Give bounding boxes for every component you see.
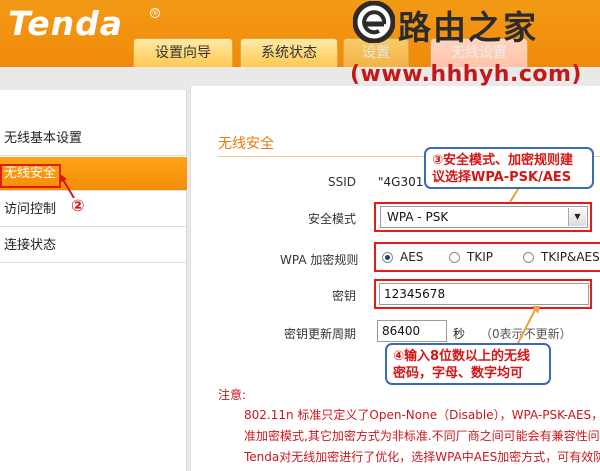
callout-step-3: ③安全模式、加密规则建 议选择WPA-PSK/AES: [424, 147, 594, 189]
sidebar-item-connection-status[interactable]: 连接状态: [0, 229, 187, 263]
note-line-1: 802.11n 标准只定义了Open-None（Disable），WPA-PSK…: [244, 408, 600, 422]
callout-step-3-line-2: 议选择WPA-PSK/AES: [432, 170, 572, 185]
tab-system-status[interactable]: 系统状态: [240, 38, 338, 67]
highlight-box-sidebar: [0, 164, 61, 188]
key-renew-input[interactable]: [377, 320, 447, 342]
key-label: 密钥: [331, 289, 356, 303]
sidebar-item-wireless-basic[interactable]: 无线基本设置: [0, 122, 187, 156]
callout-arrow-icon: [517, 306, 540, 344]
callout-step-4: ④输入8位数以上的无线 密码，字母、数字均可: [385, 343, 551, 385]
highlight-box-security-mode: [374, 202, 592, 232]
note-line-3: Tenda对无线加密进行了优化，选择WPA中AES加密方式，可有效防: [244, 450, 600, 464]
ssid-value: "4G301": [378, 175, 429, 189]
watermark-logo-icon: [353, 1, 395, 43]
key-renew-unit: 秒: [453, 327, 466, 341]
wpa-rule-label: WPA 加密规则: [280, 253, 359, 267]
registered-mark: ®: [150, 8, 160, 18]
watermark-url: (www.hhhyh.com): [350, 62, 582, 87]
key-renew-label: 密钥更新周期: [283, 327, 356, 341]
sidebar-item-access-control[interactable]: 访问控制: [0, 193, 187, 227]
tenda-logo: Tenda: [8, 4, 124, 43]
sidebar: 无线基本设置 无线安全 访问控制 连接状态: [0, 90, 187, 471]
watermark-title: 路由之家: [398, 8, 538, 47]
note-line-2: 准加密模式,其它加密方式为非标准.不同厂商之间可能会有兼容性问题: [244, 429, 600, 443]
ssid-label: SSID: [327, 175, 356, 189]
callout-step-4-line-2: 密码，字母、数字均可: [393, 366, 524, 381]
tab-setup-wizard[interactable]: 设置向导: [133, 38, 233, 67]
page-title: 无线安全: [218, 136, 274, 152]
callout-step-3-line-1: ③安全模式、加密规则建: [432, 153, 574, 168]
step-2-marker: ②: [71, 196, 85, 215]
highlight-box-wpa-rule: [374, 242, 600, 272]
highlight-box-key: [374, 279, 592, 309]
security-mode-label: 安全模式: [307, 212, 356, 226]
note-title: 注意:: [218, 388, 247, 402]
callout-step-4-line-1: ④输入8位数以上的无线: [393, 349, 531, 364]
router-admin-page: Tenda ® 设置向导 系统状态 设置 无线设置 路由之家 (www.hhhy…: [0, 0, 600, 471]
